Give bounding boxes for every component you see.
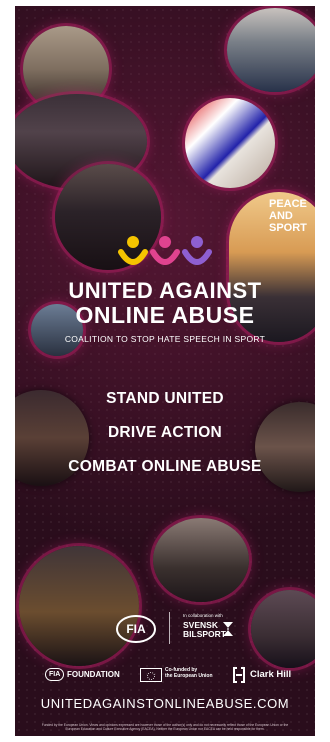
coalition-people-logo bbox=[118, 236, 212, 265]
peace-sport-text: PEACE AND SPORT bbox=[269, 198, 307, 234]
slogan-stand-united: STAND UNITED bbox=[106, 390, 224, 407]
fia-foundation-mark: FIA bbox=[45, 668, 65, 681]
slogan-drive-action: DRIVE ACTION bbox=[107, 424, 223, 441]
logo-divider bbox=[169, 612, 170, 644]
poster-banner: PEACE AND SPORT UNITED AGAINST ONLINE AB… bbox=[15, 6, 315, 736]
svensk-bilsport-mark-icon bbox=[223, 622, 233, 636]
coalition-subtitle: COALITION TO STOP HATE SPEECH IN SPORT bbox=[64, 334, 266, 344]
photo-panel bbox=[153, 518, 249, 602]
photo-signing bbox=[185, 98, 275, 188]
title-line-2: ONLINE ABUSE bbox=[75, 302, 255, 328]
eu-line-2: the European Union bbox=[165, 673, 213, 679]
eu-cofunded-text: Co-funded by the European Union bbox=[165, 667, 213, 679]
clark-hill-text: Clark Hill bbox=[250, 669, 292, 680]
slogan-combat-online-abuse: COMBAT ONLINE ABUSE bbox=[68, 458, 262, 475]
eu-disclaimer: Funded by the European Union. Views and … bbox=[41, 723, 289, 732]
svensk-bilsport-logo: SVENSK BILSPORT bbox=[183, 621, 226, 639]
collab-label: In collaboration with bbox=[183, 613, 223, 618]
photo-podium bbox=[227, 8, 315, 92]
photo-audience bbox=[19, 546, 139, 666]
fia-logo-text: FIA bbox=[126, 622, 146, 636]
fia-logo: FIA bbox=[116, 615, 156, 643]
website-url: UNITEDAGAINSTONLINEABUSE.COM bbox=[40, 696, 290, 711]
title-line-1: UNITED AGAINST bbox=[68, 278, 262, 303]
clark-hill-icon bbox=[233, 667, 245, 683]
eu-flag-icon bbox=[140, 668, 162, 682]
fia-foundation-text: FOUNDATION bbox=[67, 670, 120, 679]
bilsport-text: BILSPORT bbox=[183, 629, 226, 639]
